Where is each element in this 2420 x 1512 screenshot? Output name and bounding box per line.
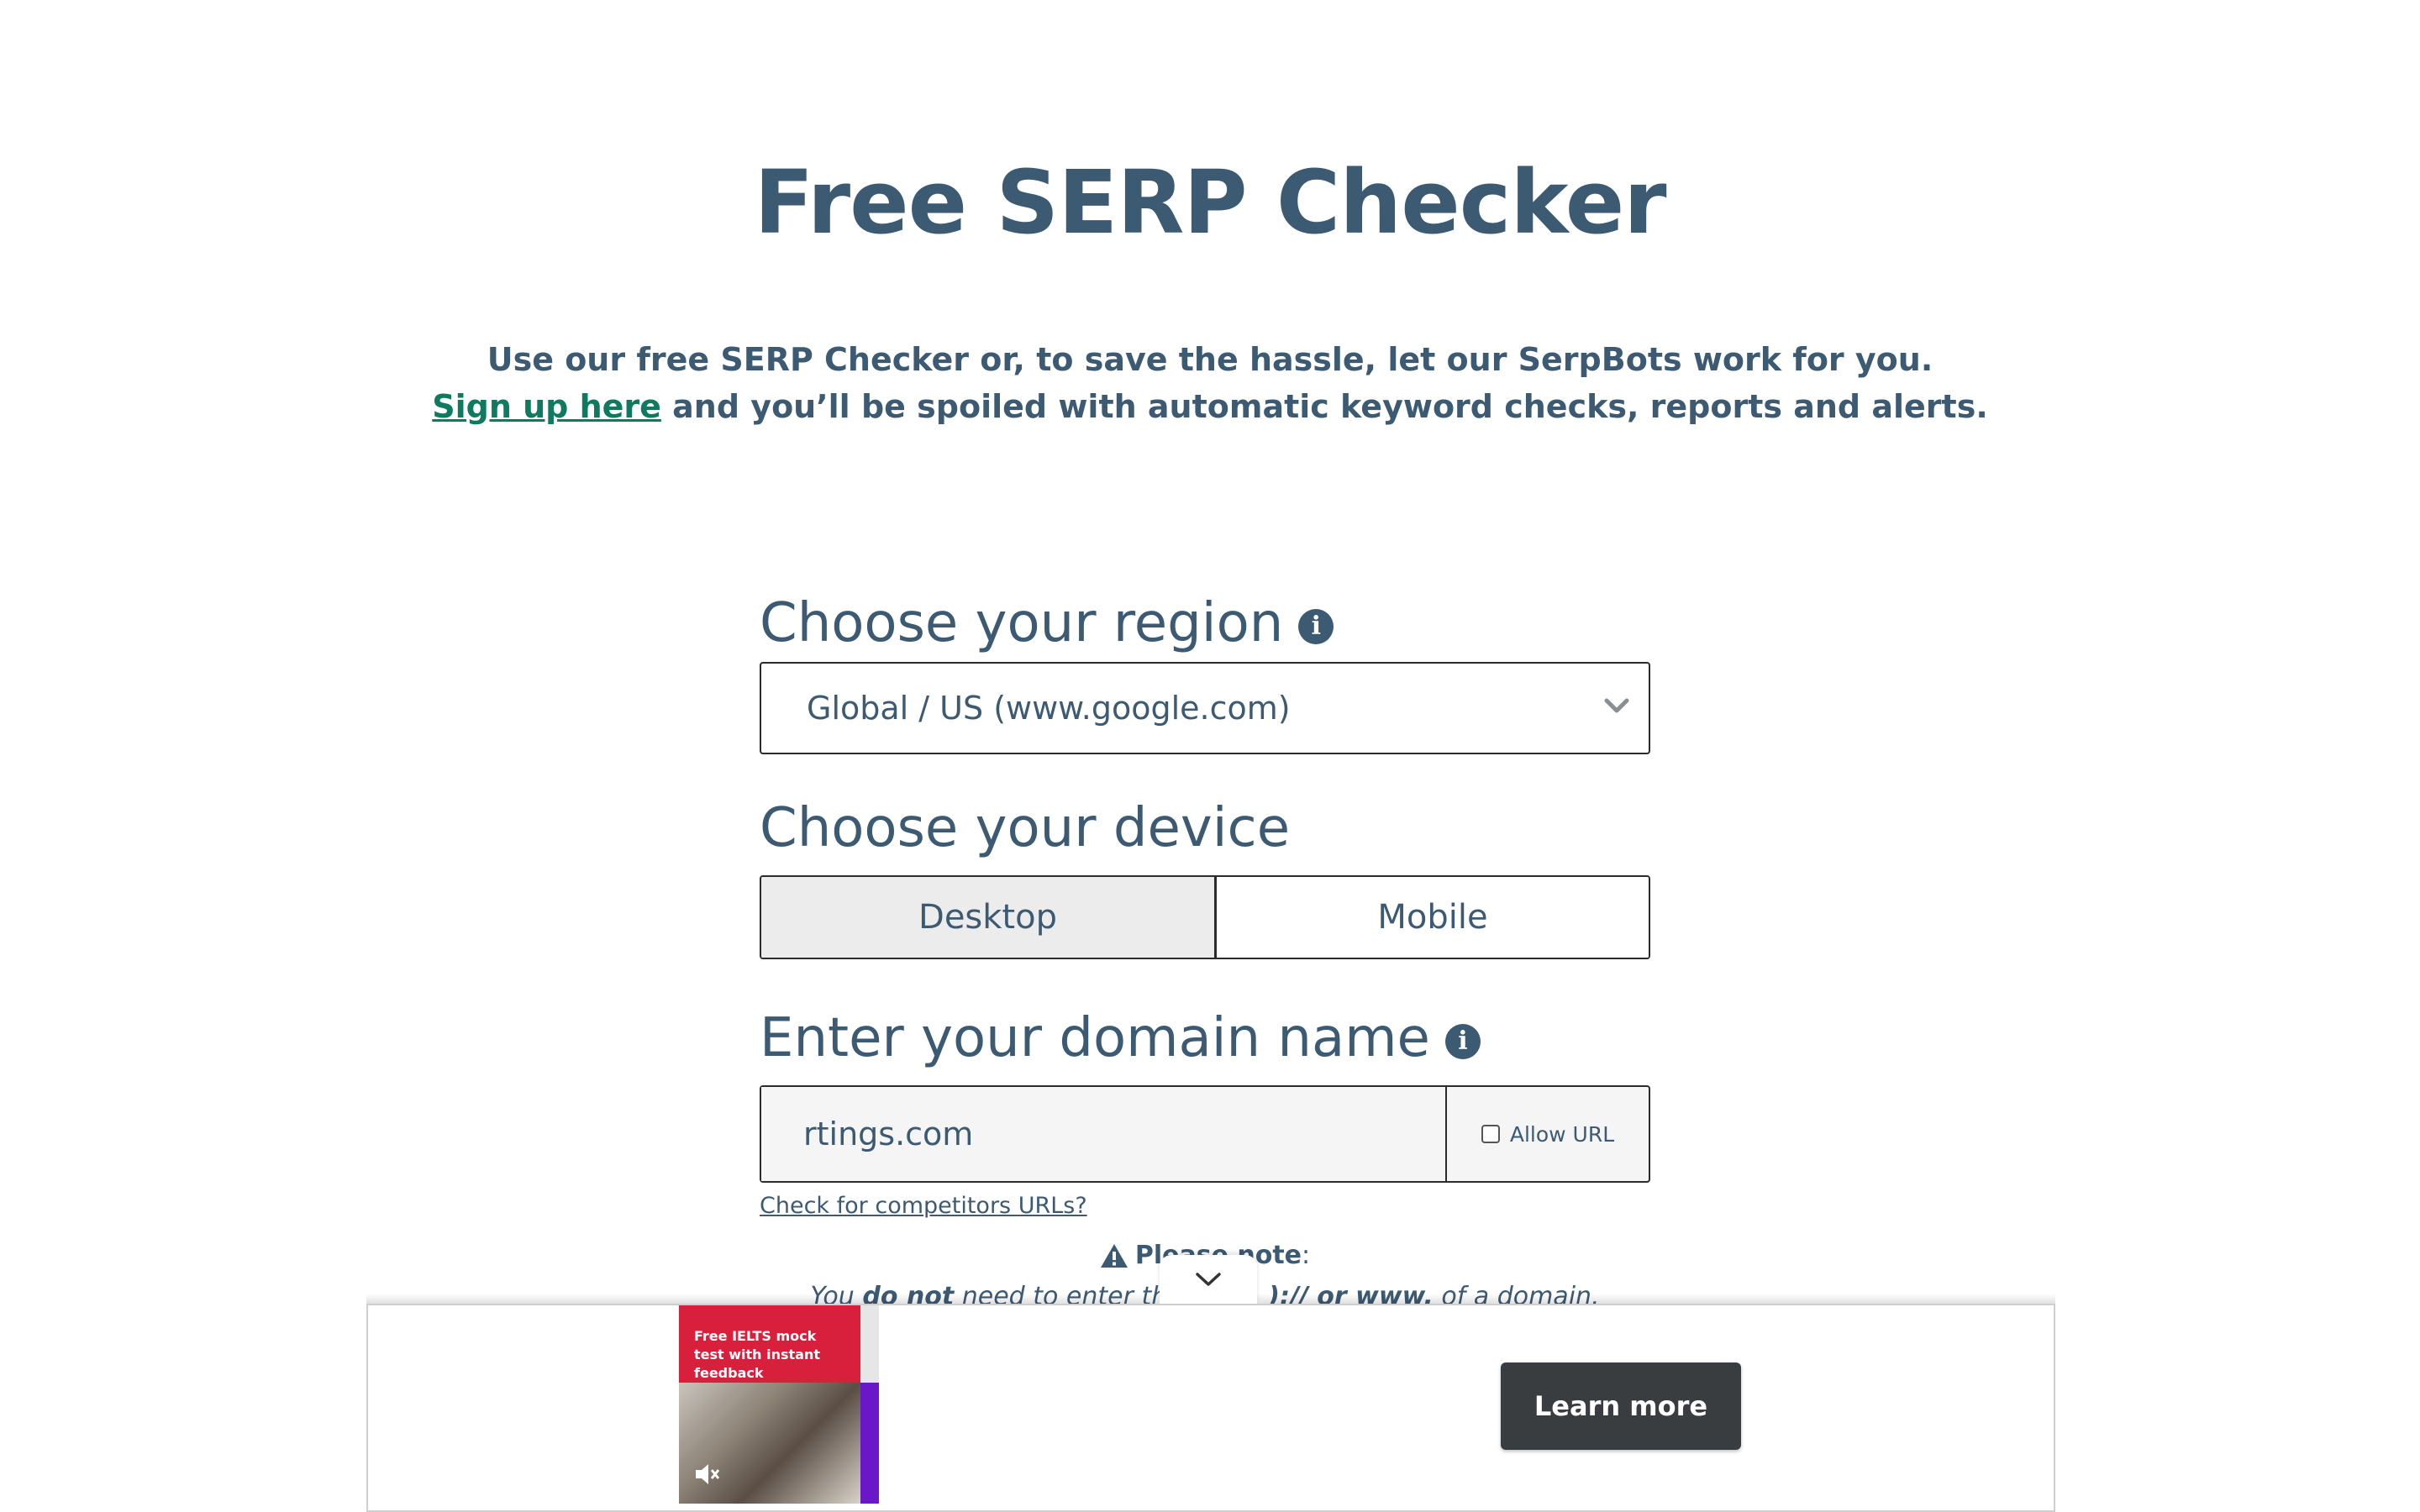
ad-collapse-button[interactable] [1160,1255,1257,1304]
intro-line-2-rest: and you’ll be spoiled with automatic key… [660,388,1988,425]
allow-url-toggle[interactable]: Allow URL [1447,1087,1649,1181]
domain-info-icon[interactable]: i [1444,1024,1481,1059]
serp-checker-page: Free SERP Checker Use our free SERP Chec… [0,0,2420,1512]
warning-icon [1100,1243,1128,1268]
learn-more-button[interactable]: Learn more [1501,1362,1741,1450]
region-select[interactable]: Global / US (www.google.com) [760,662,1650,754]
chevron-down-icon [1604,698,1629,713]
intro-text: Use our free SERP Checker or, to save th… [0,336,2420,430]
sign-up-link[interactable]: Sign up here [432,388,661,425]
intro-line-2: Sign up here and you’ll be spoiled with … [0,383,2420,430]
note-heading-colon: : [1302,1241,1311,1270]
domain-label-text: Enter your domain name [760,1007,1430,1069]
region-info-icon[interactable]: i [1298,609,1334,644]
region-label: Choose your region i [760,588,1650,659]
device-desktop-button[interactable]: Desktop [761,877,1217,958]
ad-headline: Free IELTS mock test with instant feedba… [679,1305,860,1383]
allow-url-checkbox[interactable] [1481,1125,1500,1143]
competitors-urls-link[interactable]: Check for competitors URLs? [760,1193,1650,1219]
region-label-text: Choose your region [760,592,1284,654]
allow-url-label: Allow URL [1509,1121,1615,1147]
ad-banner[interactable] [366,1304,2055,1512]
device-label-text: Choose your device [760,797,1291,859]
device-mobile-button[interactable]: Mobile [1217,877,1649,958]
mute-icon[interactable] [692,1460,721,1488]
device-toggle: Desktop Mobile [760,875,1650,959]
ad-video-thumbnail[interactable]: Free IELTS mock test with instant feedba… [679,1305,879,1504]
intro-line-1: Use our free SERP Checker or, to save th… [487,341,1933,378]
serp-form: Choose your region i Global / US (www.go… [760,588,1650,1311]
device-label: Choose your device [760,793,1650,864]
domain-label: Enter your domain name i [760,1003,1650,1074]
ad-accent-bar [860,1383,879,1504]
domain-input-row: Allow URL [760,1085,1650,1183]
region-selected-value: Global / US (www.google.com) [807,690,1291,727]
chevron-down-icon [1196,1273,1221,1286]
domain-input[interactable] [761,1087,1447,1181]
page-title: Free SERP Checker [754,151,1666,254]
